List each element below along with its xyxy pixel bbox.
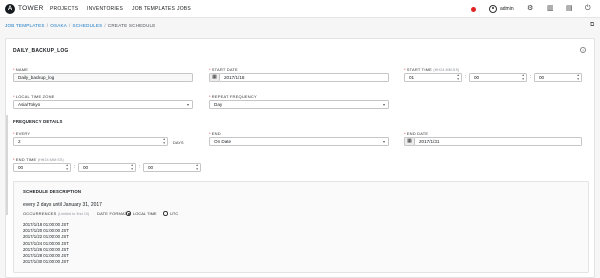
- occurrences-list: 2017/1/18 01:00:00 JST 2017/1/20 01:00:0…: [23, 222, 69, 265]
- nav-job-templates[interactable]: JOB TEMPLATES: [132, 6, 175, 12]
- end-select[interactable]: On Date ▾: [209, 137, 389, 146]
- nav-inventories[interactable]: INVENTORIES: [87, 6, 123, 12]
- top-navbar: A TOWER PROJECTS INVENTORIES JOB TEMPLAT…: [0, 0, 600, 18]
- list-item: 2017/1/24 01:00:00 JST: [23, 240, 69, 246]
- spinner-icon[interactable]: ▴ ▾: [131, 164, 133, 171]
- end-time-second[interactable]: 00 ▴ ▾: [143, 163, 201, 172]
- frequency-section-bar: [6, 115, 8, 215]
- nav-jobs[interactable]: JOBS: [177, 6, 191, 12]
- start-date-input[interactable]: 2017/1/18: [219, 73, 389, 82]
- breadcrumb-separator: /: [46, 23, 49, 28]
- end-time-minute[interactable]: 00 ▴ ▾: [78, 163, 136, 172]
- spinner-icon[interactable]: ▴ ▾: [577, 74, 579, 81]
- breadcrumb-job-templates[interactable]: JOB TEMPLATES: [5, 23, 45, 28]
- frequency-details-title: FREQUENCY DETAILS: [13, 119, 63, 124]
- local-time-radio-label[interactable]: LOCAL TIME: [133, 211, 157, 216]
- end-label: *END: [209, 131, 221, 136]
- repeat-frequency-label: *REPEAT FREQUENCY: [209, 94, 257, 99]
- every-input[interactable]: 2 ▴ ▾: [13, 137, 168, 146]
- tower-logo-icon[interactable]: A: [5, 4, 15, 14]
- list-item: 2017/1/22 01:00:00 JST: [23, 234, 69, 240]
- schedule-form-card: DAILY_BACKUP_LOG ? *NAME Daily_backup_lo…: [5, 38, 595, 278]
- external-link-icon[interactable]: ⧉: [590, 22, 594, 29]
- utc-radio[interactable]: [163, 211, 168, 216]
- spinner-icon[interactable]: ▴ ▾: [457, 74, 459, 81]
- start-date-label: *START DATE: [209, 67, 238, 72]
- end-date-label: *END DATE: [404, 131, 429, 136]
- repeat-frequency-select[interactable]: Day ▾: [209, 100, 389, 109]
- timezone-select[interactable]: Asia/Tokyo ▾: [13, 100, 193, 109]
- schedule-description-title: SCHEDULE DESCRIPTION: [23, 189, 82, 194]
- local-time-radio[interactable]: [126, 211, 131, 216]
- timezone-label: *LOCAL TIME ZONE: [13, 94, 55, 99]
- time-separator: :: [139, 164, 141, 170]
- calendar-icon[interactable]: ▦: [209, 73, 219, 82]
- breadcrumb-separator: /: [104, 23, 106, 28]
- spinner-icon[interactable]: ▴ ▾: [522, 74, 524, 81]
- book-icon[interactable]: ▥: [547, 4, 554, 14]
- every-label: *EVERY: [13, 131, 31, 136]
- start-time-label: *START TIME (HH24:MM:SS): [404, 67, 460, 72]
- form-title: DAILY_BACKUP_LOG: [13, 48, 69, 54]
- start-time-second[interactable]: 00 ▴ ▾: [534, 73, 582, 82]
- time-separator: :: [530, 74, 532, 80]
- utc-radio-label[interactable]: UTC: [170, 211, 178, 216]
- start-time-hour[interactable]: 01 ▴ ▾: [404, 73, 462, 82]
- spinner-icon[interactable]: ▴ ▾: [163, 138, 165, 145]
- breadcrumb-current: CREATE SCHEDULE: [107, 23, 156, 28]
- docs-icon[interactable]: ▤: [566, 4, 573, 14]
- time-separator: :: [74, 164, 76, 170]
- calendar-icon[interactable]: ▦: [404, 137, 414, 146]
- help-icon[interactable]: ?: [580, 47, 586, 53]
- breadcrumb: JOB TEMPLATES / OSAKA / SCHEDULES / CREATE SCH…: [5, 23, 155, 28]
- breadcrumb-separator: /: [69, 23, 71, 28]
- chevron-down-icon: ▾: [186, 102, 189, 107]
- end-time-hour[interactable]: 00 ▴ ▾: [13, 163, 71, 172]
- status-dot-icon[interactable]: [471, 7, 476, 12]
- schedule-description-text: every 2 days until January 31, 2017: [23, 202, 102, 208]
- name-input[interactable]: Daily_backup_log: [13, 73, 193, 82]
- power-icon[interactable]: ⏻: [585, 4, 591, 14]
- user-icon[interactable]: [489, 5, 497, 13]
- every-unit: DAYS: [173, 140, 184, 145]
- time-separator: :: [465, 74, 467, 80]
- occurrences-label: OCCURRENCES (Limited to first 10): [23, 211, 90, 216]
- end-time-label: *END TIME (HH24:MM:SS): [13, 157, 64, 162]
- user-name[interactable]: admin: [500, 6, 514, 12]
- schedule-description-panel: SCHEDULE DESCRIPTION every 2 days until …: [13, 181, 589, 273]
- breadcrumb-schedules[interactable]: SCHEDULES: [73, 23, 103, 28]
- spinner-icon[interactable]: ▴ ▾: [196, 164, 198, 171]
- name-label: *NAME: [13, 67, 29, 72]
- date-format-label: DATE FORMAT: [97, 211, 128, 216]
- chevron-down-icon: ▾: [382, 102, 385, 107]
- brand-name[interactable]: TOWER: [18, 5, 44, 12]
- nav-projects[interactable]: PROJECTS: [50, 6, 78, 12]
- start-time-minute[interactable]: 00 ▴ ▾: [469, 73, 527, 82]
- end-date-input[interactable]: 2017/1/31: [414, 137, 582, 146]
- list-item: 2017/1/30 01:00:00 JST: [23, 259, 69, 265]
- breadcrumb-osaka[interactable]: OSAKA: [50, 23, 67, 28]
- spinner-icon[interactable]: ▴ ▾: [66, 164, 68, 171]
- chevron-down-icon: ▾: [382, 139, 385, 144]
- gear-icon[interactable]: ⚙: [527, 4, 533, 14]
